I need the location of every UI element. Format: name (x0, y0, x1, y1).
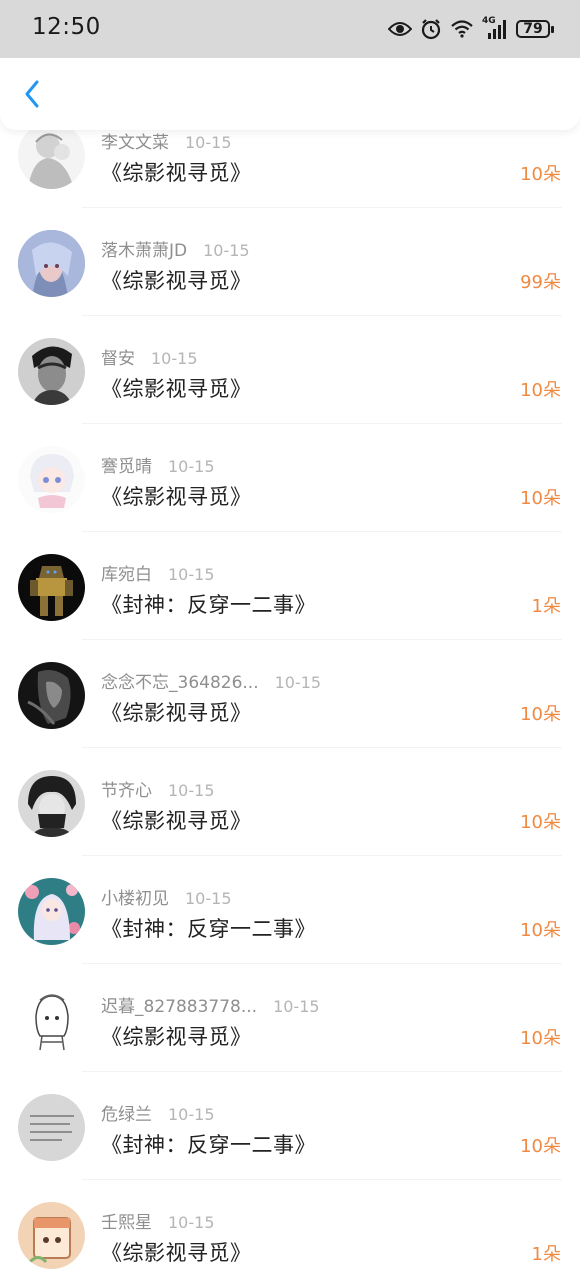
item-meta: 危绿兰 10-15 (101, 1100, 215, 1125)
status-time: 12:50 (32, 14, 101, 40)
flower-amount: 1朵 (531, 596, 561, 617)
date: 10-15 (168, 1213, 215, 1232)
date: 10-15 (151, 349, 198, 368)
list-item[interactable]: 督安 10-15 《综影视寻觅》 10朵 (0, 316, 580, 424)
avatar[interactable] (18, 662, 85, 729)
list-item[interactable]: 念念不忘_364826... 10-15 《综影视寻觅》 10朵 (0, 640, 580, 748)
date: 10-15 (168, 457, 215, 476)
book-title[interactable]: 《综影视寻觅》 (101, 373, 252, 403)
book-title[interactable]: 《综影视寻觅》 (101, 1021, 252, 1051)
top-header (0, 58, 580, 130)
battery-level: 79 (523, 21, 543, 37)
screen: 李文文菜 10-15 《综影视寻觅》 10朵 落木萧萧JD 10-15 《综影视… (0, 0, 580, 1280)
book-title[interactable]: 《封神：反穿一二事》 (101, 1129, 316, 1159)
signal-icon: 4G (482, 16, 508, 40)
date: 10-15 (185, 889, 232, 908)
list-item[interactable]: 落木萧萧JD 10-15 《综影视寻觅》 99朵 (0, 208, 580, 316)
user-name[interactable]: 库宛白 (101, 560, 152, 585)
status-bar: 12:50 4G 79 (0, 0, 580, 58)
avatar[interactable] (18, 230, 85, 297)
list-item[interactable]: 壬熙星 10-15 《综影视寻觅》 1朵 (0, 1180, 580, 1280)
avatar[interactable] (18, 770, 85, 837)
date: 10-15 (274, 673, 322, 692)
book-title[interactable]: 《封神：反穿一二事》 (101, 913, 316, 943)
avatar[interactable] (18, 446, 85, 513)
list-item[interactable]: 小楼初见 10-15 《封神：反穿一二事》 10朵 (0, 856, 580, 964)
user-name[interactable]: 念念不忘_364826... (101, 668, 259, 693)
user-name[interactable]: 小楼初见 (101, 884, 169, 909)
item-meta: 謇觅晴 10-15 (101, 452, 215, 477)
book-title[interactable]: 《综影视寻觅》 (101, 265, 252, 295)
item-meta: 督安 10-15 (101, 344, 198, 369)
item-meta: 念念不忘_364826... 10-15 (101, 668, 321, 693)
item-meta: 库宛白 10-15 (101, 560, 215, 585)
item-meta: 迟暮_827883778... 10-15 (101, 992, 320, 1017)
battery-icon: 79 (516, 20, 554, 38)
list-item[interactable]: 危绿兰 10-15 《封神：反穿一二事》 10朵 (0, 1072, 580, 1180)
flower-amount: 10朵 (520, 164, 561, 185)
flower-amount: 1朵 (531, 1244, 561, 1265)
list-item[interactable]: 迟暮_827883778... 10-15 《综影视寻觅》 10朵 (0, 964, 580, 1072)
chevron-left-icon (25, 80, 39, 108)
book-title[interactable]: 《综影视寻觅》 (101, 805, 252, 835)
item-meta: 李文文菜 10-15 (101, 128, 232, 153)
date: 10-15 (273, 997, 320, 1016)
list-item[interactable]: 节齐心 10-15 《综影视寻觅》 10朵 (0, 748, 580, 856)
avatar[interactable] (18, 986, 85, 1053)
book-title[interactable]: 《封神：反穿一二事》 (101, 589, 316, 619)
date: 10-15 (168, 781, 215, 800)
flower-amount: 10朵 (520, 1136, 561, 1157)
date: 10-15 (168, 1105, 215, 1124)
user-name[interactable]: 壬熙星 (101, 1208, 152, 1233)
user-name[interactable]: 落木萧萧JD (101, 236, 187, 261)
avatar[interactable] (18, 122, 85, 189)
book-title[interactable]: 《综影视寻觅》 (101, 157, 252, 187)
list-item[interactable]: 謇觅晴 10-15 《综影视寻觅》 10朵 (0, 424, 580, 532)
user-name[interactable]: 督安 (101, 344, 135, 369)
avatar[interactable] (18, 878, 85, 945)
flower-amount: 10朵 (520, 488, 561, 509)
list-item[interactable]: 库宛白 10-15 《封神：反穿一二事》 1朵 (0, 532, 580, 640)
user-name[interactable]: 謇觅晴 (101, 452, 152, 477)
book-title[interactable]: 《综影视寻觅》 (101, 481, 252, 511)
user-name[interactable]: 节齐心 (101, 776, 152, 801)
wifi-icon (451, 20, 473, 38)
date: 10-15 (185, 133, 232, 152)
flower-amount: 10朵 (520, 920, 561, 941)
item-meta: 小楼初见 10-15 (101, 884, 232, 909)
item-meta: 壬熙星 10-15 (101, 1208, 215, 1233)
item-meta: 落木萧萧JD 10-15 (101, 236, 250, 261)
book-title[interactable]: 《综影视寻觅》 (101, 1237, 252, 1267)
flower-amount: 10朵 (520, 812, 561, 833)
status-icons: 4G 79 (388, 15, 554, 43)
flower-amount: 10朵 (520, 1028, 561, 1049)
avatar[interactable] (18, 1202, 85, 1269)
user-name[interactable]: 危绿兰 (101, 1100, 152, 1125)
alarm-icon (421, 19, 441, 40)
eye-icon (388, 22, 412, 36)
avatar[interactable] (18, 338, 85, 405)
user-name[interactable]: 迟暮_827883778... (101, 992, 257, 1017)
avatar[interactable] (18, 1094, 85, 1161)
item-meta: 节齐心 10-15 (101, 776, 215, 801)
user-name[interactable]: 李文文菜 (101, 128, 169, 153)
flower-amount: 99朵 (520, 272, 561, 293)
date: 10-15 (168, 565, 215, 584)
back-button[interactable] (14, 74, 50, 114)
avatar[interactable] (18, 554, 85, 621)
flower-amount: 10朵 (520, 704, 561, 725)
flower-amount: 10朵 (520, 380, 561, 401)
date: 10-15 (203, 241, 250, 260)
book-title[interactable]: 《综影视寻觅》 (101, 697, 252, 727)
